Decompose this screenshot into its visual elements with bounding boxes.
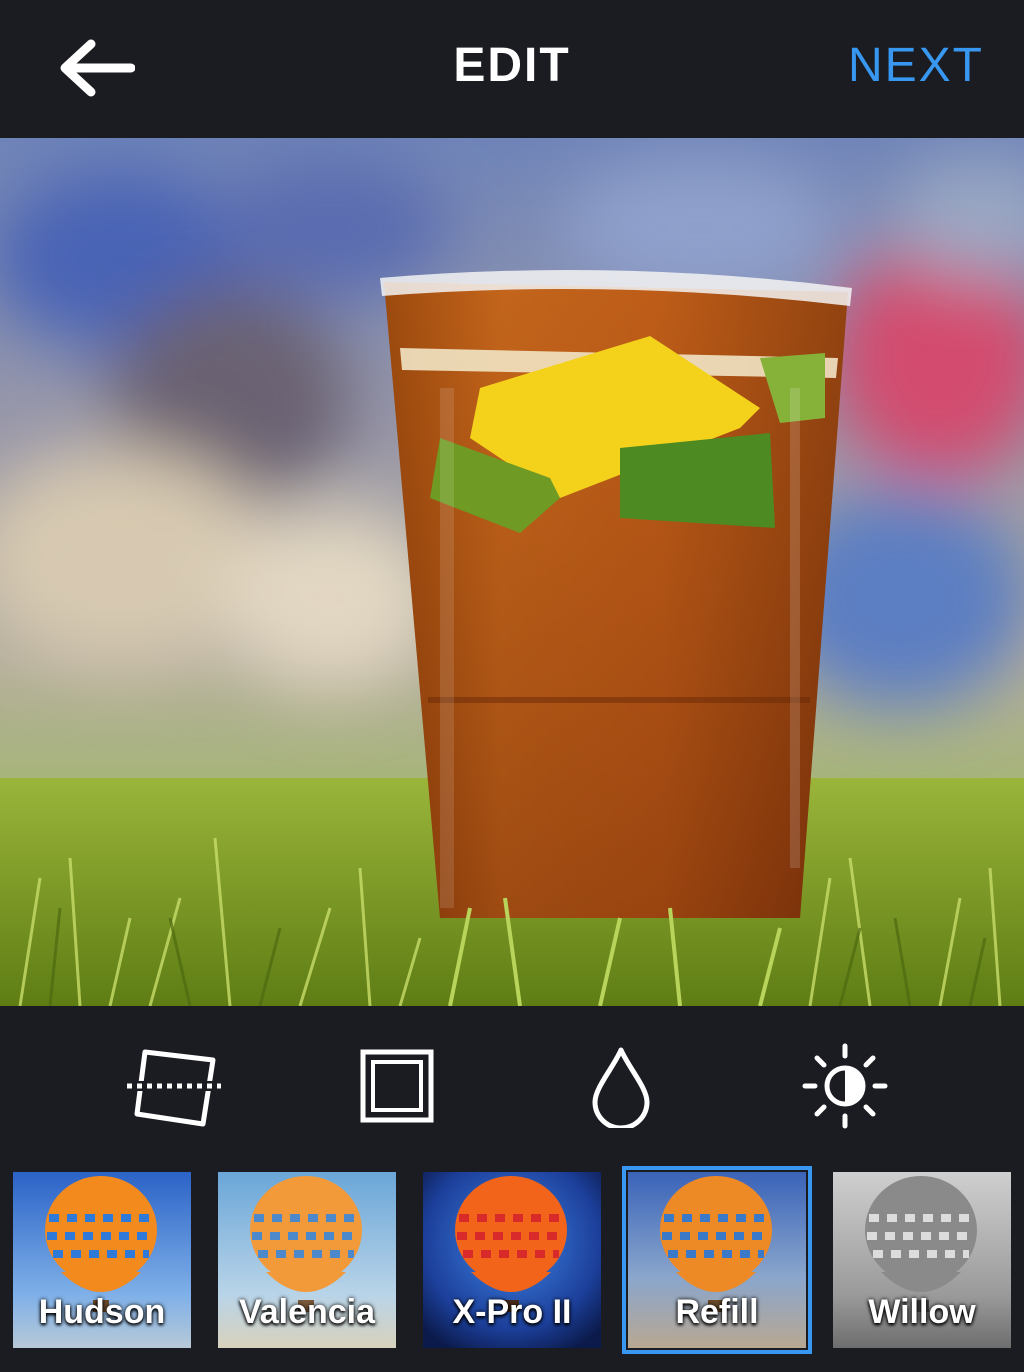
frame-icon xyxy=(360,1049,434,1123)
frame-tool-button[interactable] xyxy=(342,1036,452,1136)
tilt-shift-drop-icon xyxy=(592,1047,650,1128)
top-bar: EDIT NEXT xyxy=(0,0,1024,138)
lux-brightness-icon xyxy=(802,1043,888,1129)
next-button[interactable]: NEXT xyxy=(848,38,984,93)
lux-tool-button[interactable] xyxy=(790,1036,900,1136)
filter-strip: Hudson Valencia X-Pro II Refill Willow xyxy=(0,1166,1024,1372)
straighten-tool-button[interactable] xyxy=(118,1036,228,1136)
filter-willow[interactable]: Willow xyxy=(833,1172,1011,1348)
filter-xpro-ii[interactable]: X-Pro II xyxy=(423,1172,601,1348)
filter-label: Valencia xyxy=(238,1293,376,1331)
edit-tools-bar xyxy=(0,1006,1024,1166)
filter-valencia[interactable]: Valencia xyxy=(218,1172,396,1348)
filter-label: Willow xyxy=(868,1293,976,1331)
photo-image xyxy=(0,138,1024,1006)
straighten-icon xyxy=(127,1049,221,1127)
photo-preview xyxy=(0,138,1024,1006)
filter-label: Hudson xyxy=(38,1293,166,1331)
filter-refill[interactable]: Refill xyxy=(622,1166,812,1354)
filter-label: Refill xyxy=(675,1293,759,1331)
tilt-shift-tool-button[interactable] xyxy=(566,1036,676,1136)
filter-hudson[interactable]: Hudson xyxy=(13,1172,191,1348)
filter-label: X-Pro II xyxy=(452,1293,572,1331)
